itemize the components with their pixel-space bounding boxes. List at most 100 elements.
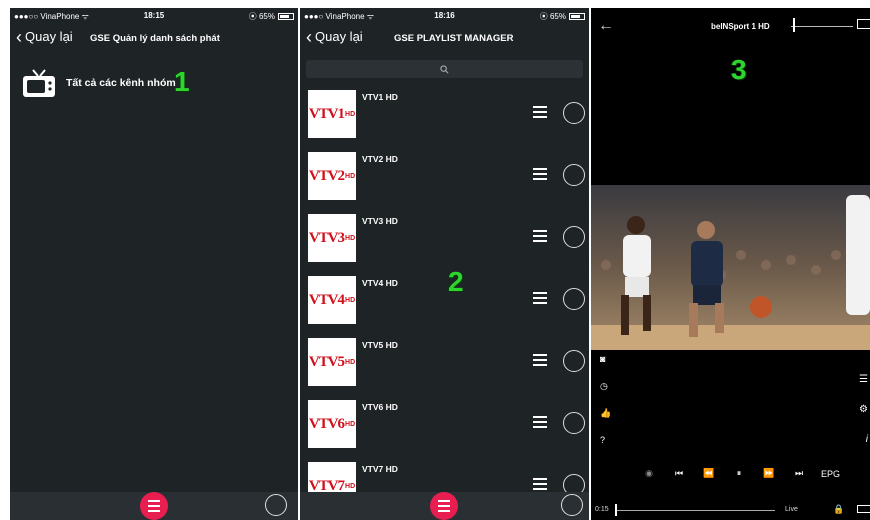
- channel-select-toggle[interactable]: [563, 288, 585, 310]
- back-arrow-icon[interactable]: ←: [598, 17, 614, 35]
- back-button[interactable]: ‹ Quay lại: [16, 28, 73, 46]
- channel-name: VTV5 HD: [362, 340, 398, 350]
- drag-handle-icon[interactable]: [533, 106, 547, 118]
- channel-group-label: Tất cả các kênh nhóm: [66, 77, 176, 89]
- lock-icon[interactable]: 🔒: [833, 504, 844, 515]
- logo-hd: HD: [345, 296, 356, 304]
- channel-row[interactable]: VTV6 HD VTV6 HD: [300, 400, 589, 462]
- skip-next-icon[interactable]: ⏭: [791, 468, 807, 479]
- channel-name: VTV4 HD: [362, 278, 398, 288]
- channel-name: VTV1 HD: [362, 92, 398, 102]
- page-title: GSE Quản lý danh sách phát: [90, 33, 220, 44]
- search-input[interactable]: [306, 60, 583, 78]
- battery-icon: [278, 13, 294, 20]
- battery-label: ⦿ 65%: [248, 12, 275, 21]
- channel-name: VTV3 HD: [362, 216, 398, 226]
- logo-text: VTV3: [308, 229, 345, 246]
- back-label: Quay lại: [25, 29, 73, 44]
- logo-hd: HD: [345, 234, 356, 242]
- menu-icon: [148, 500, 160, 502]
- drag-handle-icon[interactable]: [533, 354, 547, 366]
- menu-button[interactable]: [140, 492, 168, 520]
- video-player-screen: ← beINSport 1 HD 3 ◙ ◷ 👍 ? ☰ ⚙ i ◉ ⏮ ⏪ ⏸…: [591, 8, 870, 520]
- cast-icon[interactable]: [857, 19, 870, 29]
- info-icon[interactable]: i: [859, 434, 868, 464]
- logo-hd: HD: [345, 358, 356, 366]
- player-right-tools: ☰ ⚙ i: [859, 374, 868, 464]
- channel-select-toggle[interactable]: [563, 226, 585, 248]
- select-all-button[interactable]: [561, 494, 583, 516]
- channel-name: VTV7 HD: [362, 464, 398, 474]
- camera-icon[interactable]: ◙: [600, 354, 611, 381]
- bottom-bar: [300, 492, 589, 520]
- battery-indicator: ⦿ 65%: [540, 11, 585, 22]
- channel-group-row[interactable]: Tất cả các kênh nhóm: [22, 68, 176, 98]
- battery-indicator: ⦿ 65%: [249, 11, 294, 22]
- channel-row[interactable]: VTV5 HD VTV5 HD: [300, 338, 589, 400]
- eye-icon[interactable]: ◉: [641, 468, 657, 479]
- logo-hd: HD: [345, 110, 356, 118]
- back-label: Quay lại: [315, 29, 363, 44]
- logo-text: VTV4: [308, 291, 345, 308]
- channel-select-toggle[interactable]: [563, 102, 585, 124]
- channel-logo: VTV6 HD: [308, 400, 356, 448]
- logo-text: VTV6: [308, 415, 345, 432]
- logo-text: VTV5: [308, 353, 345, 370]
- drag-handle-icon[interactable]: [533, 168, 547, 180]
- drag-handle-icon[interactable]: [533, 230, 547, 242]
- drag-handle-icon[interactable]: [533, 416, 547, 428]
- clock-icon[interactable]: ◷: [600, 381, 611, 408]
- channel-row[interactable]: VTV4 HD VTV4 HD: [300, 276, 589, 338]
- gear-icon[interactable]: ⚙: [859, 404, 868, 434]
- elapsed-time: 0:15: [595, 506, 609, 513]
- player-side-tools: ◙ ◷ 👍 ?: [600, 354, 611, 462]
- fast-forward-icon[interactable]: ⏩: [761, 468, 777, 479]
- pause-icon[interactable]: ⏸: [731, 468, 747, 479]
- channel-row[interactable]: VTV1 HD VTV1 HD: [300, 90, 589, 152]
- step-badge-3: 3: [731, 54, 747, 85]
- channel-select-toggle[interactable]: [563, 412, 585, 434]
- chevron-left-icon: ‹: [306, 26, 312, 47]
- skip-previous-icon[interactable]: ⏮: [671, 468, 687, 479]
- playback-controls: ◉ ⏮ ⏪ ⏸ ⏩ ⏭ EPG: [641, 468, 840, 479]
- select-all-button[interactable]: [265, 494, 287, 516]
- playlist-groups-screen: ●●●○○ VinaPhone ᯤ 18:15 ⦿ 65% ‹ Quay lại…: [10, 8, 298, 520]
- channel-row[interactable]: VTV2 HD VTV2 HD: [300, 152, 589, 214]
- playlist-manager-screen: ●●●○ VinaPhone ᯤ 18:16 ⦿ 65% ‹ Quay lại …: [300, 8, 589, 520]
- page-title: GSE PLAYLIST MANAGER: [394, 33, 514, 44]
- thumbs-up-icon[interactable]: 👍: [600, 408, 611, 435]
- channel-logo: VTV3 HD: [308, 214, 356, 262]
- channel-logo: VTV4 HD: [308, 276, 356, 324]
- seek-knob[interactable]: [615, 504, 617, 516]
- channel-select-toggle[interactable]: [563, 164, 585, 186]
- drag-handle-icon[interactable]: [533, 478, 547, 490]
- search-icon: [440, 64, 449, 73]
- volume-knob[interactable]: [793, 18, 795, 32]
- channel-logo: VTV1 HD: [308, 90, 356, 138]
- battery-icon: [569, 13, 585, 20]
- step-badge-1: 1: [174, 66, 190, 97]
- rewind-icon[interactable]: ⏪: [701, 468, 717, 479]
- channel-name: VTV6 HD: [362, 402, 398, 412]
- logo-text: VTV2: [308, 167, 345, 184]
- tv-icon: [23, 69, 55, 97]
- logo-hd: HD: [345, 420, 356, 428]
- video-frame[interactable]: [591, 185, 870, 350]
- menu-button[interactable]: [430, 492, 458, 520]
- fullscreen-icon[interactable]: [857, 505, 870, 513]
- list-icon[interactable]: ☰: [859, 374, 868, 404]
- channel-row[interactable]: VTV3 HD VTV3 HD: [300, 214, 589, 276]
- help-icon[interactable]: ?: [600, 435, 611, 462]
- seek-bar: 0:15 Live 🔒: [591, 502, 870, 520]
- status-bar: ●●●○○ VinaPhone ᯤ 18:15 ⦿ 65%: [10, 8, 298, 22]
- channel-select-toggle[interactable]: [563, 350, 585, 372]
- drag-handle-icon[interactable]: [533, 292, 547, 304]
- volume-slider[interactable]: [791, 26, 853, 27]
- battery-label: ⦿ 65%: [539, 12, 566, 21]
- back-button[interactable]: ‹ Quay lại: [306, 26, 363, 47]
- step-badge-2: 2: [448, 266, 464, 297]
- logo-text: VTV1: [308, 105, 345, 122]
- epg-button[interactable]: EPG: [821, 469, 840, 479]
- seek-track[interactable]: [615, 510, 775, 511]
- live-label: Live: [785, 506, 798, 513]
